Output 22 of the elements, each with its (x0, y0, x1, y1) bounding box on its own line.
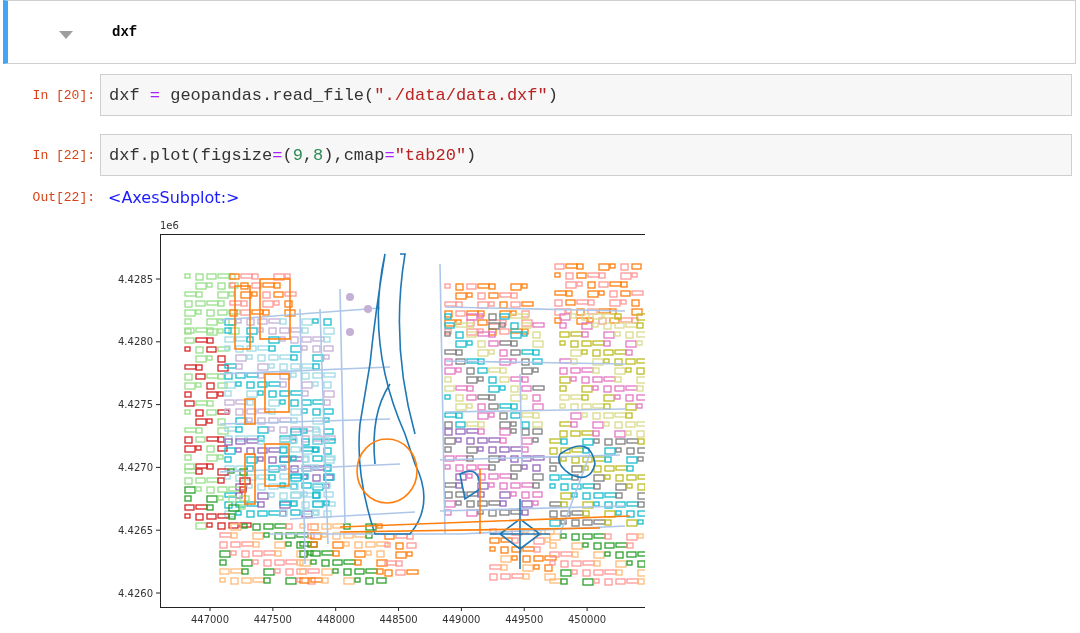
heading-text: dxf (112, 24, 138, 40)
axis-offset-label: 1e6 (160, 220, 179, 231)
code-cell[interactable]: dxf = geopandas.read_file("./data/data.dxf") (100, 74, 1072, 116)
y-tick-label: 4.4285 (118, 273, 153, 285)
y-tick-label: 4.4270 (118, 461, 153, 473)
y-tick-label: 4.4275 (118, 399, 153, 411)
x-tick-label: 447000 (190, 614, 230, 624)
x-tick-label: 449500 (505, 614, 544, 624)
code-cell[interactable]: dxf.plot(figsize=(9,8),cmap="tab20") (100, 134, 1072, 176)
x-tick-label: 448000 (316, 614, 355, 624)
y-tick-label: 4.4260 (118, 587, 153, 599)
x-tick-label: 449000 (442, 614, 481, 624)
output-text: <AxesSubplot:> (107, 188, 240, 207)
input-prompt: In [22]: (31, 147, 96, 163)
y-tick-label: 4.4280 (118, 336, 153, 348)
x-tick-label: 447500 (253, 614, 292, 624)
x-tick-label: 448500 (379, 614, 418, 624)
y-tick-label: 4.4265 (118, 524, 153, 536)
input-prompt: In [20]: (31, 87, 96, 103)
collapse-caret-icon[interactable] (59, 31, 73, 39)
x-tick-label: 450000 (568, 614, 607, 624)
output-prompt: Out[22]: (31, 190, 96, 205)
